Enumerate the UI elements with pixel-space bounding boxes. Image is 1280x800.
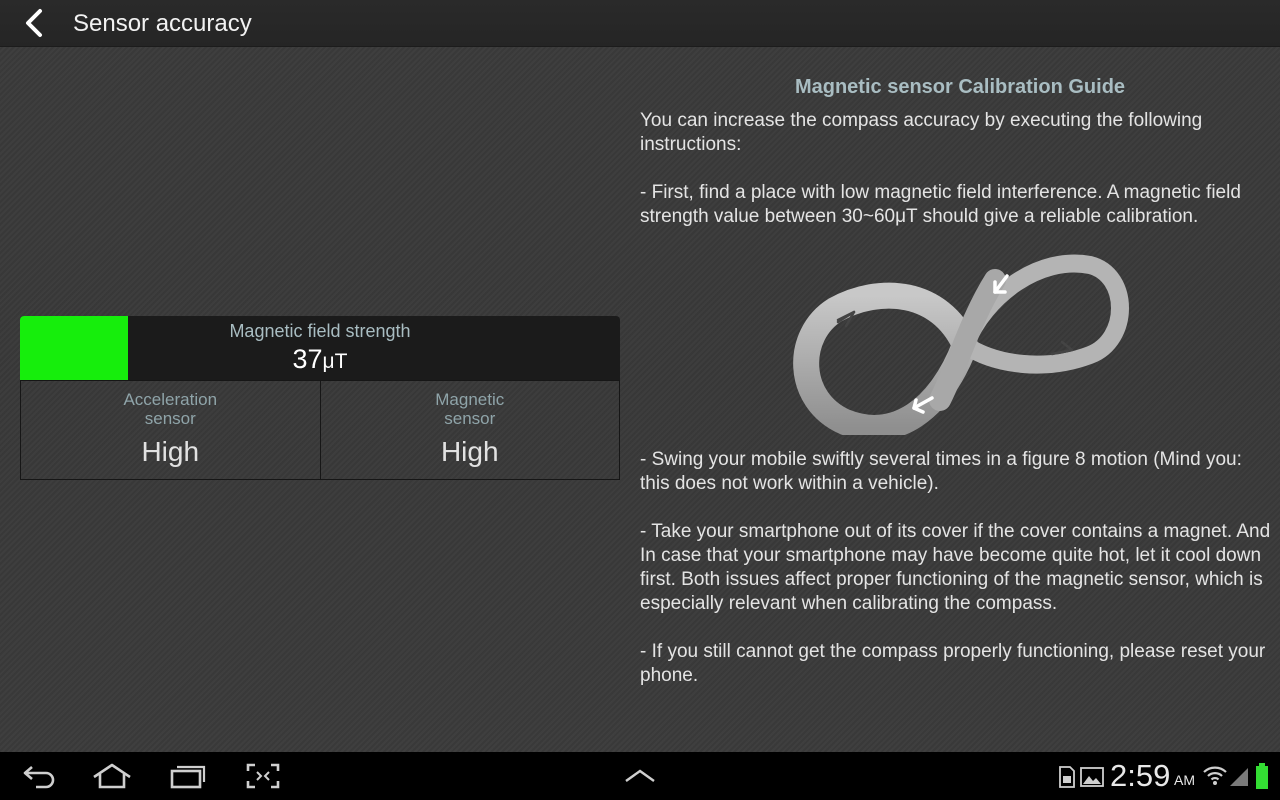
nav-back-button[interactable] [20, 760, 58, 792]
guide-paragraph-intro: You can increase the compass accuracy by… [640, 110, 1203, 155]
acceleration-sensor-label: Acceleration sensor [123, 390, 218, 428]
image-icon [1080, 767, 1104, 787]
guide-title: Magnetic sensor Calibration Guide [794, 76, 1126, 98]
app-screen: Sensor accuracy Magnetic field strength … [0, 0, 1280, 752]
status-ampm: AM [1174, 772, 1195, 788]
back-button[interactable] [16, 6, 52, 40]
guide-paragraph-first: - First, find a place with low magnetic … [640, 182, 1241, 227]
sd-card-icon [1059, 766, 1075, 788]
chevron-left-icon [26, 9, 42, 37]
acceleration-sensor-value: High [141, 436, 200, 467]
meter-value-unit: μT [322, 350, 348, 373]
meter-value-number: 37 [292, 344, 323, 374]
system-navigation-bar: 2:59 AM [0, 752, 1280, 800]
figure-eight-motion-icon [793, 254, 1129, 435]
magnetic-sensor-cell: Magnetic sensor High [319, 381, 620, 479]
magnetic-field-meter: Magnetic field strength 37μT [20, 316, 620, 380]
screenshot-icon [246, 763, 280, 789]
guide-paragraph-swing: - Swing your mobile swiftly several time… [640, 449, 1242, 494]
meter-label: Magnetic field strength [229, 321, 411, 341]
battery-icon [1256, 763, 1268, 789]
sensor-status-grid: Acceleration sensor High Magnetic sensor… [20, 380, 620, 480]
magnetic-sensor-value: High [440, 436, 499, 467]
guide-paragraph-cover: - Take your smartphone out of its cover … [640, 521, 1271, 614]
action-bar: Sensor accuracy [0, 0, 1280, 47]
page-title: Sensor accuracy [73, 10, 252, 37]
wifi-icon [1203, 766, 1227, 785]
chevron-up-icon [625, 769, 655, 782]
signal-icon [1230, 768, 1248, 786]
back-arrow-icon [23, 766, 55, 789]
home-icon [93, 763, 131, 789]
nav-home-button[interactable] [90, 760, 134, 792]
nav-screenshot-button[interactable] [244, 760, 282, 792]
acceleration-sensor-cell: Acceleration sensor High [21, 381, 320, 479]
status-clock: 2:59 [1110, 758, 1171, 793]
magnetic-sensor-label: Magnetic sensor [435, 390, 505, 428]
guide-paragraph-reset: - If you still cannot get the compass pr… [640, 641, 1266, 686]
meter-value: 37μT [20, 344, 620, 375]
nav-recent-apps-button[interactable] [168, 760, 208, 792]
recent-apps-icon [170, 765, 206, 789]
nav-up-button[interactable] [620, 760, 660, 792]
